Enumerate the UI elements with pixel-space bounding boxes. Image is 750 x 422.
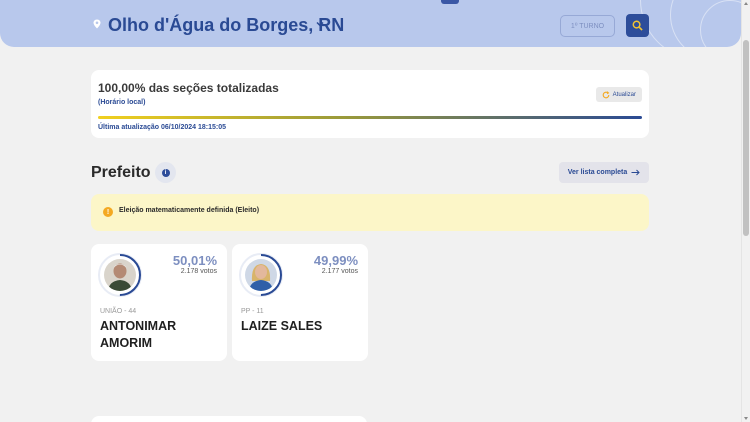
chevron-down-icon[interactable] — [315, 20, 325, 28]
candidate-card[interactable]: 50,01% 2.178 votos UNIÃO - 44 ANTONIMAR … — [91, 244, 227, 361]
turno-button[interactable]: 1º TURNO — [560, 15, 615, 37]
next-section-card — [91, 416, 367, 422]
totalization-title: 100,00% das seções totalizadas — [98, 81, 279, 95]
avatar-ring — [239, 253, 283, 297]
last-update-text: Última atualização 06/10/2024 18:15:05 — [98, 124, 227, 131]
candidate-photo-icon — [104, 259, 136, 291]
arrow-right-icon — [631, 169, 640, 176]
candidate-votes: 2.177 votos — [321, 268, 358, 275]
candidate-votes: 2.178 votos — [180, 268, 217, 275]
city-title[interactable]: Olho d'Água do Borges, RN — [108, 15, 344, 36]
page-scrollbar[interactable] — [741, 0, 750, 422]
section-title: Prefeito — [91, 164, 151, 181]
scroll-down-icon[interactable] — [744, 417, 748, 420]
candidate-percent: 49,99% — [313, 253, 358, 268]
timezone-note: (Horário local) — [98, 99, 146, 106]
warning-icon: ! — [103, 207, 113, 217]
avatar — [245, 259, 277, 291]
totalization-progress — [98, 116, 642, 119]
search-button[interactable] — [626, 14, 649, 37]
candidate-card[interactable]: 49,99% 2.177 votos PP - 11 LAIZE SALES — [232, 244, 368, 361]
scroll-up-icon[interactable] — [744, 2, 748, 5]
refresh-button[interactable]: Atualizar — [595, 87, 642, 102]
info-button[interactable]: i — [155, 162, 176, 183]
full-list-label: Ver lista completa — [567, 169, 628, 176]
info-icon: i — [161, 168, 170, 177]
candidate-photo-icon — [245, 259, 277, 291]
full-list-button[interactable]: Ver lista completa — [559, 162, 649, 183]
refresh-label: Atualizar — [612, 91, 636, 98]
header-bar: Olho d'Água do Borges, RN 1º TURNO — [0, 0, 741, 47]
search-icon — [632, 20, 643, 31]
totalization-card: 100,00% das seções totalizadas (Horário … — [91, 70, 649, 138]
candidate-party: UNIÃO - 44 — [100, 308, 137, 315]
candidate-percent: 50,01% — [172, 253, 217, 268]
candidate-party: PP - 11 — [241, 308, 264, 315]
top-tab-indicator — [441, 0, 459, 4]
progress-fill — [98, 116, 642, 119]
banner-message: Eleição matematicamente definida (Eleito… — [119, 207, 260, 214]
scrollbar-thumb[interactable] — [743, 40, 749, 236]
refresh-icon — [602, 90, 610, 98]
location-pin-icon — [93, 19, 101, 29]
avatar — [104, 259, 136, 291]
avatar-ring — [98, 253, 142, 297]
candidate-name: LAIZE SALES — [241, 319, 323, 333]
candidate-name: ANTONIMAR AMORIM — [100, 319, 177, 350]
election-status-banner: ! Eleição matematicamente definida (Elei… — [91, 194, 649, 231]
